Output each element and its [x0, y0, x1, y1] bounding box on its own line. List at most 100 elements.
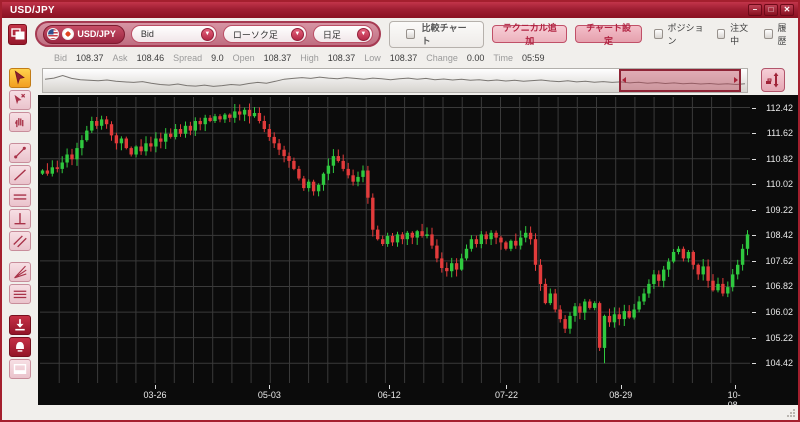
price-tick-label: 106.02	[765, 307, 793, 318]
price-tick-mark	[752, 235, 756, 237]
line-icon	[14, 169, 26, 181]
positions-checkbox[interactable]	[653, 29, 663, 39]
line-tool[interactable]	[9, 165, 31, 185]
price-tick-label: 111.62	[766, 128, 793, 139]
quote-value: 9.0	[211, 52, 224, 63]
compare-chart-toggle[interactable]: 比較チャート	[388, 20, 485, 48]
open-orders-checkbox[interactable]	[716, 29, 726, 39]
cursor-tool[interactable]	[9, 68, 31, 88]
price-tick-mark	[752, 184, 756, 186]
window-title: USD/JPY	[10, 4, 55, 16]
price-tick-label: 110.02	[766, 179, 793, 190]
currency-pair-selector[interactable]: USD/JPY	[43, 24, 125, 44]
date-tick-label: 05-03	[257, 390, 281, 400]
price-tick-mark	[752, 312, 756, 314]
trendline-tool[interactable]	[9, 143, 31, 163]
price-axis[interactable]: 112.42 111.62 110.82 110.02 109.22 108.42 107.…	[752, 97, 798, 385]
date-tick-mark	[389, 385, 391, 389]
overview-minimap[interactable]	[42, 67, 748, 93]
positions-label: ポジション	[667, 23, 704, 46]
save-download-tool[interactable]	[9, 315, 31, 335]
time-axis[interactable]: 03-2605-0306-1207-2208-2910-08	[40, 385, 750, 410]
quote-value: 108.37	[389, 52, 418, 63]
compare-chart-checkbox[interactable]	[405, 29, 415, 39]
layout-windows-button[interactable]	[8, 23, 28, 45]
minimize-button[interactable]: –	[748, 4, 762, 16]
drawing-toolbar	[2, 65, 38, 405]
dropdown-group: Bid ▼ ローソク足 ▼ 日足 ▼	[130, 25, 373, 43]
fan-lines-icon	[14, 265, 27, 279]
chart-type-dropdown[interactable]: ローソク足 ▼	[222, 25, 307, 43]
price-tick-mark	[752, 286, 756, 288]
quote-label: Bid	[54, 52, 68, 63]
history-toggle[interactable]: 履歴	[764, 21, 792, 47]
maximize-button[interactable]: □	[764, 4, 778, 16]
quote-label: High	[300, 52, 319, 63]
cursor-delete-icon	[14, 93, 26, 105]
quote-value: 0.00	[466, 52, 485, 63]
save-download-icon	[15, 319, 25, 331]
close-button[interactable]: ✕	[780, 4, 794, 16]
jp-flag-icon	[62, 28, 75, 40]
price-tick-label: 105.22	[765, 332, 793, 343]
price-tick-mark	[752, 209, 756, 211]
price-tick-mark	[752, 260, 756, 262]
open-orders-toggle[interactable]: 注文中	[716, 21, 752, 47]
selection-right-arrow-icon	[734, 77, 739, 83]
display-toggles: ポジション 注文中 履歴	[653, 21, 792, 47]
date-tick-label: 08-29	[609, 390, 633, 400]
chart-settings-button[interactable]: チャート設定	[575, 23, 642, 46]
quote-label: Change	[426, 52, 458, 63]
resize-grip[interactable]	[786, 408, 796, 418]
layout-windows-icon	[10, 28, 25, 40]
alert-bell-tool[interactable]	[9, 337, 31, 357]
candlestick-chart[interactable]: 112.42 111.62 110.82 110.02 109.22 108.42 107.…	[38, 95, 798, 410]
positions-toggle[interactable]: ポジション	[653, 21, 705, 47]
date-tick-mark	[735, 385, 737, 389]
pan-hand-icon	[15, 118, 24, 128]
cursor-delete-tool[interactable]	[9, 90, 31, 110]
chart-type-value: ローソク足	[232, 29, 278, 40]
horizontal-lines-tool[interactable]	[9, 187, 31, 207]
symbol-toolbar-group: USD/JPY Bid ▼ ローソク足 ▼ 日足 ▼	[35, 21, 381, 47]
overview-selection-handle[interactable]	[618, 68, 742, 92]
add-technical-button[interactable]: テクニカル追加	[492, 23, 568, 46]
overview-row	[38, 65, 798, 95]
price-tick-label: 108.42	[765, 230, 793, 241]
chevron-down-icon: ▼	[356, 27, 370, 41]
content: 112.42 111.62 110.82 110.02 109.22 108.42 107.…	[2, 65, 798, 410]
date-tick-mark	[506, 385, 508, 389]
chart-column: 112.42 111.62 110.82 110.02 109.22 108.42 107.…	[38, 65, 798, 410]
price-side-dropdown[interactable]: Bid ▼	[130, 25, 217, 43]
quote-value: 108.46	[136, 52, 165, 63]
quote-label: Open	[232, 52, 255, 63]
scale-adjust-button[interactable]	[761, 68, 785, 92]
screenshot-window-tool[interactable]	[9, 359, 31, 379]
us-flag-icon	[47, 28, 60, 40]
fan-lines-tool[interactable]	[9, 262, 31, 282]
fibonacci-lines-tool[interactable]	[9, 284, 31, 304]
pan-hand-tool[interactable]	[9, 112, 31, 132]
price-tick-label: 107.62	[765, 255, 793, 266]
price-tick-label: 110.82	[766, 153, 793, 164]
quote-label: Time	[493, 52, 514, 63]
quote-value: 108.37	[76, 52, 104, 63]
parallel-channel-tool[interactable]	[9, 231, 31, 251]
horizontal-lines-icon	[13, 194, 27, 200]
quote-label: Ask	[112, 52, 128, 63]
quote-bar: Bid 108.37 Ask 108.46 Spread 9.0 Open 108.37 Hig…	[2, 50, 798, 65]
timeframe-dropdown[interactable]: 日足 ▼	[312, 25, 373, 43]
quote-value: 108.37	[263, 52, 292, 63]
currency-pair-label: USD/JPY	[77, 29, 116, 39]
price-tick-label: 109.22	[765, 204, 793, 215]
selection-left-arrow-icon	[621, 77, 626, 83]
screenshot-window-icon	[13, 363, 27, 375]
price-tick-mark	[752, 133, 756, 135]
history-checkbox[interactable]	[764, 29, 773, 39]
vertical-line-tool[interactable]	[9, 209, 31, 229]
quote-value: 108.37	[327, 52, 356, 63]
date-tick-mark	[155, 385, 157, 389]
cursor-icon	[14, 70, 25, 85]
price-side-value: Bid	[140, 29, 154, 39]
date-tick-mark	[269, 385, 271, 389]
